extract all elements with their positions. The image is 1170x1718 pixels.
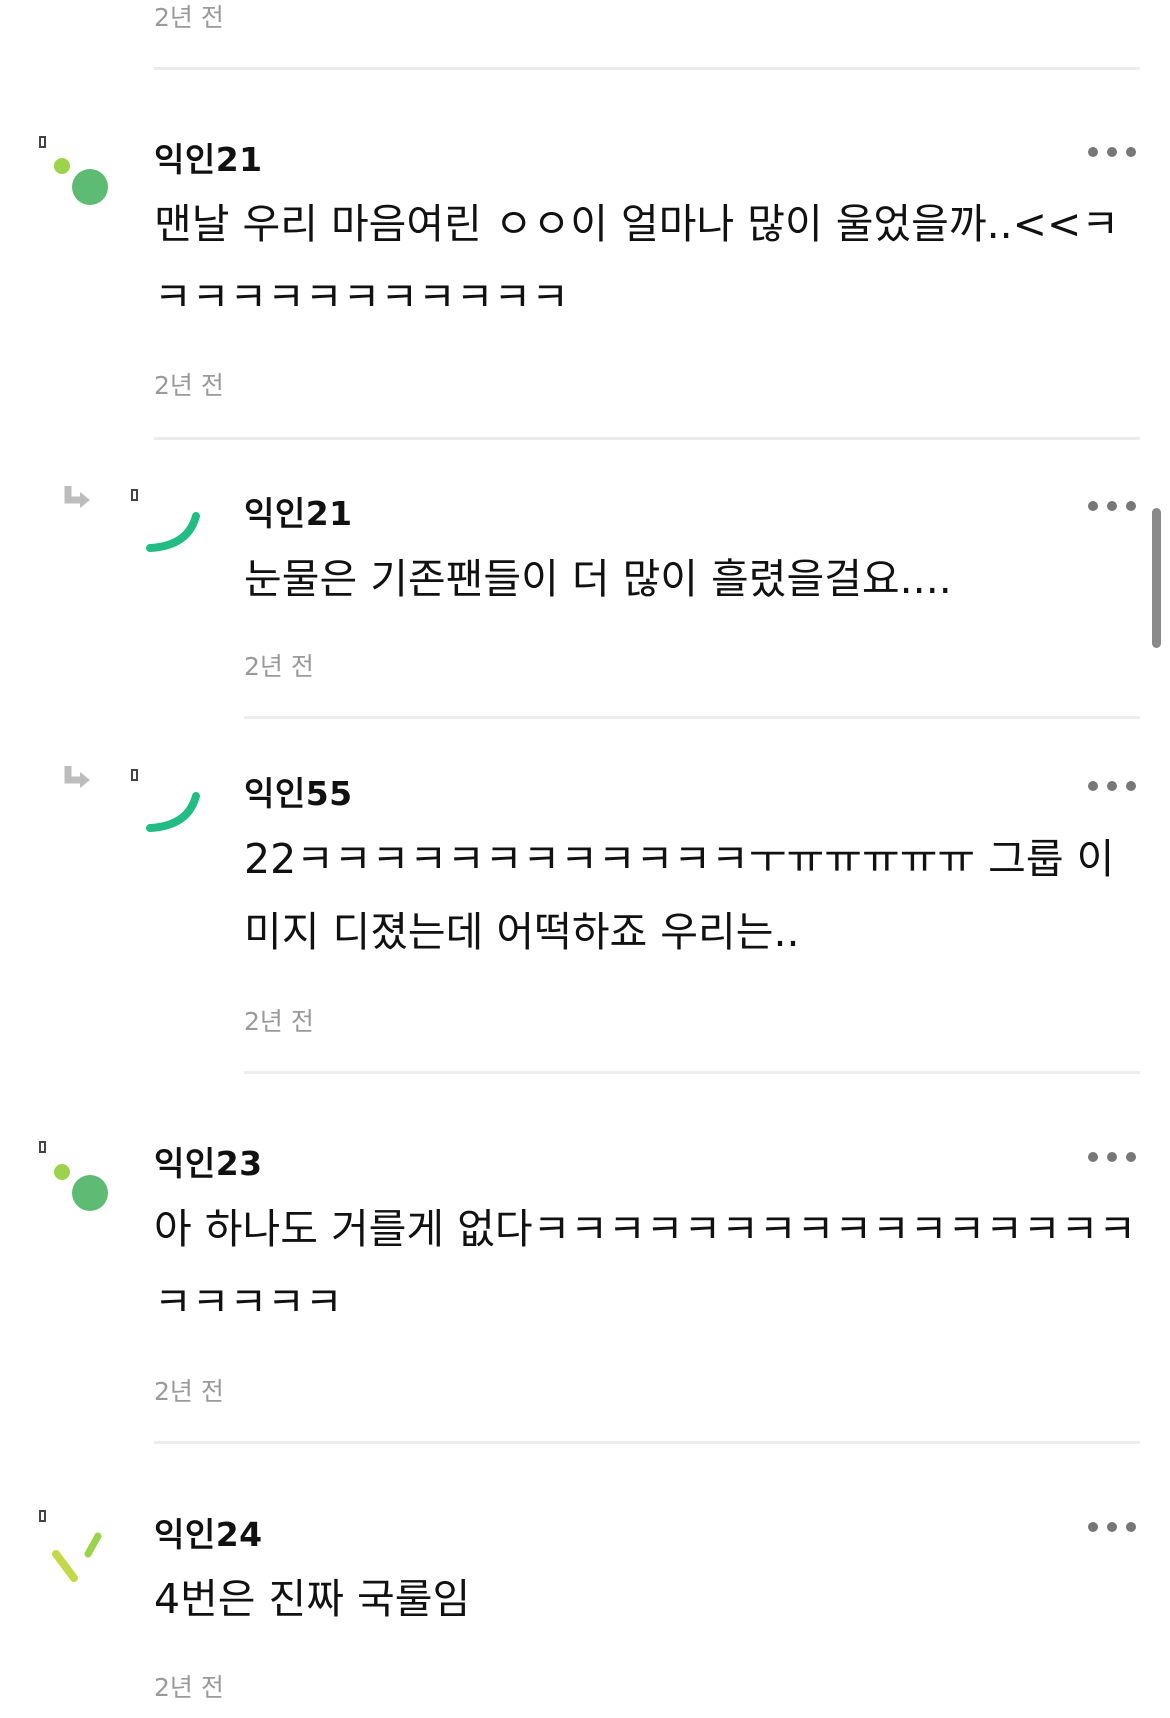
more-horizontal-icon bbox=[1088, 781, 1098, 791]
reply-arrow-icon bbox=[64, 486, 90, 508]
comment-divider bbox=[244, 1071, 1140, 1074]
comment-author[interactable]: 익인21 bbox=[154, 133, 263, 181]
marker-icon bbox=[39, 136, 46, 148]
comment-divider bbox=[244, 716, 1140, 719]
marker-icon bbox=[39, 1510, 46, 1522]
comment-text: 아 하나도 거를게 없다ㅋㅋㅋㅋㅋㅋㅋㅋㅋㅋㅋㅋㅋㅋㅋㅋㅋㅋㅋㅋㅋ bbox=[154, 1205, 1137, 1326]
comment-divider bbox=[154, 67, 1140, 70]
more-options-button[interactable] bbox=[1088, 1149, 1136, 1165]
marker-icon bbox=[39, 1141, 46, 1153]
reply-arrow-icon bbox=[64, 766, 90, 788]
comment-timestamp: 2년 전 bbox=[154, 1377, 224, 1406]
avatar-icon bbox=[146, 792, 200, 832]
comment-text: 22ㅋㅋㅋㅋㅋㅋㅋㅋㅋㅋㅋㅋㅜㅠㅠㅠㅠㅠ 그룹 이미지 디졌는데 어떡하죠 우리… bbox=[244, 835, 1115, 956]
comment-author[interactable]: 익인23 bbox=[154, 1137, 263, 1185]
comment-divider bbox=[154, 437, 1140, 440]
comment-text: 4번은 진짜 국룰임 bbox=[154, 1575, 471, 1623]
comment-text: 눈물은 기존팬들이 더 많이 흘렸을걸요.... bbox=[244, 555, 952, 603]
more-options-button[interactable] bbox=[1088, 1519, 1136, 1535]
avatar-icon bbox=[52, 1532, 102, 1582]
more-horizontal-icon bbox=[1088, 1152, 1098, 1162]
avatar-icon bbox=[54, 158, 108, 205]
avatar-icon bbox=[146, 512, 200, 552]
more-options-button[interactable] bbox=[1088, 144, 1136, 160]
more-horizontal-icon bbox=[1088, 147, 1098, 157]
more-horizontal-icon bbox=[1088, 1522, 1098, 1532]
comment-author[interactable]: 익인21 bbox=[244, 487, 353, 535]
scrollbar-thumb[interactable] bbox=[1152, 508, 1161, 648]
comment-timestamp: 2년 전 bbox=[154, 3, 224, 32]
comment-timestamp: 2년 전 bbox=[244, 652, 314, 681]
marker-icon bbox=[131, 769, 138, 781]
more-options-button[interactable] bbox=[1088, 498, 1136, 514]
avatar-icon bbox=[54, 1164, 108, 1211]
more-options-button[interactable] bbox=[1088, 778, 1136, 794]
comment-timestamp: 2년 전 bbox=[244, 1007, 314, 1036]
comment-timestamp: 2년 전 bbox=[154, 1673, 224, 1702]
comment-timestamp: 2년 전 bbox=[154, 371, 224, 400]
comment-author[interactable]: 익인24 bbox=[154, 1508, 263, 1556]
more-horizontal-icon bbox=[1088, 501, 1098, 511]
marker-icon bbox=[131, 489, 138, 501]
comment-divider bbox=[154, 1441, 1140, 1444]
comment-author[interactable]: 익인55 bbox=[244, 767, 353, 815]
comment-text: 맨날 우리 마음여린 ㅇㅇ이 얼마나 많이 울었을까..<<ㅋㅋㅋㅋㅋㅋㅋㅋㅋㅋ… bbox=[154, 200, 1120, 321]
